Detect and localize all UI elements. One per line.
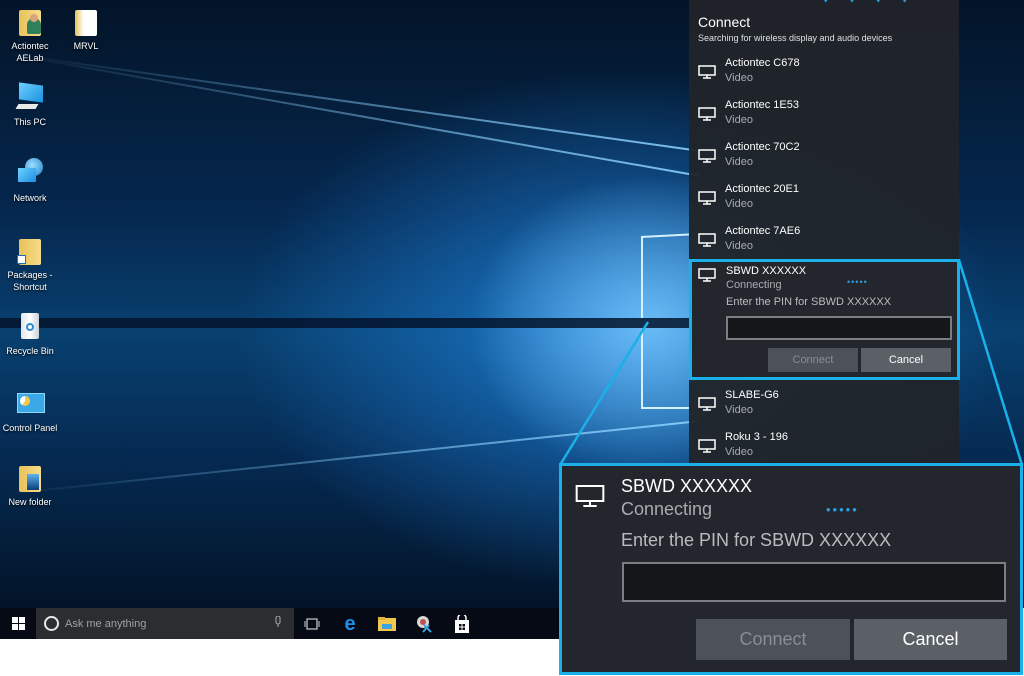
monitor-icon [698,149,716,163]
progress-dots: ••••• [826,502,859,517]
cancel-button[interactable]: Cancel [861,348,951,372]
desktop-icon-label: Recycle Bin [6,346,54,356]
folder-icon [15,462,45,492]
pin-prompt: Enter the PIN for SBWD XXXXXX [621,530,892,550]
search-placeholder: Ask me anything [65,617,147,630]
device-type: Video [725,156,753,168]
device-name: SLABE-G6 [725,389,779,401]
edge-icon[interactable]: e [339,613,361,635]
desktop-icon-mrvl[interactable]: MRVL [56,6,116,52]
device-type: Video [725,198,753,210]
monitor-icon [698,107,716,121]
connect-button[interactable]: Connect [696,619,850,660]
device-name: SBWD XXXXXX [726,265,807,277]
device-type: Video [725,240,753,252]
device-type: Video [725,446,753,458]
taskbar: Ask me anything e [0,608,560,639]
network-icon [15,158,45,188]
desktop-icon-packages-shortcut[interactable]: Packages - Shortcut [0,235,60,293]
progress-dots: ••••• [847,277,868,287]
file-explorer-icon[interactable] [376,613,398,635]
connecting-device-card-zoomed: SBWD XXXXXX Connecting ••••• Enter the P… [559,463,1023,675]
desktop-icon-this-pc[interactable]: This PC [0,82,60,128]
cortana-icon [44,616,59,631]
windows-logo-icon [11,617,25,630]
microphone-icon[interactable] [272,615,284,631]
control-panel-icon [15,388,45,418]
desktop-icon-label: Shortcut [13,282,47,292]
device-type: Video [725,404,753,416]
folder-icon [71,6,101,36]
device-list-item[interactable]: Actiontec 1E53 Video [689,99,959,141]
device-type: Video [725,114,753,126]
desktop-icon-label: New folder [8,497,52,507]
task-view-icon[interactable] [301,613,323,635]
device-name: Actiontec 20E1 [725,183,799,195]
device-list-item[interactable]: Actiontec 70C2 Video [689,141,959,183]
computer-icon [15,82,45,112]
desktop-icon-new-folder[interactable]: New folder [0,462,60,508]
snipping-tool-icon[interactable] [413,613,435,635]
device-name: Actiontec C678 [725,57,800,69]
connection-status: Connecting [726,279,782,291]
monitor-icon [698,397,716,411]
desktop-icon-label: Packages - [7,270,53,280]
recycle-bin-icon [15,311,45,341]
pin-input[interactable] [622,562,1006,602]
device-name: Actiontec 1E53 [725,99,799,111]
store-icon[interactable] [451,613,473,635]
desktop-icon-control-panel[interactable]: Control Panel [0,388,62,434]
device-name: SBWD XXXXXX [621,476,753,496]
connect-panel: • • • • Connect Searching for wireless d… [689,0,959,463]
user-folder-icon [15,6,45,36]
cortana-search-box[interactable]: Ask me anything [36,608,294,639]
monitor-icon [698,439,716,453]
device-list-item[interactable]: Actiontec C678 Video [689,57,959,99]
monitor-icon [698,233,716,247]
device-name: Roku 3 - 196 [725,431,788,443]
cancel-button[interactable]: Cancel [854,619,1007,660]
desktop-icon-label: Network [13,193,47,203]
pin-input[interactable] [726,316,952,340]
folder-shortcut-icon [15,235,45,265]
desktop-icon-label: Control Panel [2,423,58,433]
desktop-icon-network[interactable]: Network [0,158,60,204]
device-list-item[interactable]: SLABE-G6 Video [689,389,959,431]
monitor-icon [698,65,716,79]
desktop-icon-label: AELab [16,53,44,63]
connection-status: Connecting [621,499,713,519]
search-progress-indicator: • • • • [824,0,917,7]
monitor-icon [698,268,716,282]
desktop-icon-recycle-bin[interactable]: Recycle Bin [0,311,60,357]
panel-subtitle: Searching for wireless display and audio… [698,33,893,43]
panel-title: Connect [698,14,751,30]
connect-button[interactable]: Connect [768,348,858,372]
desktop-icon-actiontec-aelab[interactable]: Actiontec AELab [0,6,60,64]
monitor-icon [575,485,605,507]
desktop-icon-label: Actiontec [11,41,49,51]
device-name: Actiontec 7AE6 [725,225,801,237]
device-type: Video [725,72,753,84]
pin-prompt: Enter the PIN for SBWD XXXXXX [726,296,892,308]
monitor-icon [698,191,716,205]
device-name: Actiontec 70C2 [725,141,800,153]
device-list-item[interactable]: Actiontec 20E1 Video [689,183,959,225]
desktop-icon-label: MRVL [73,41,99,51]
screenshot-stage: Actiontec AELab MRVL This PC Network Pac… [0,0,1024,676]
desktop-icon-label: This PC [13,117,46,127]
start-button[interactable] [0,608,36,639]
connecting-device-card: SBWD XXXXXX Connecting ••••• Enter the P… [689,259,960,380]
